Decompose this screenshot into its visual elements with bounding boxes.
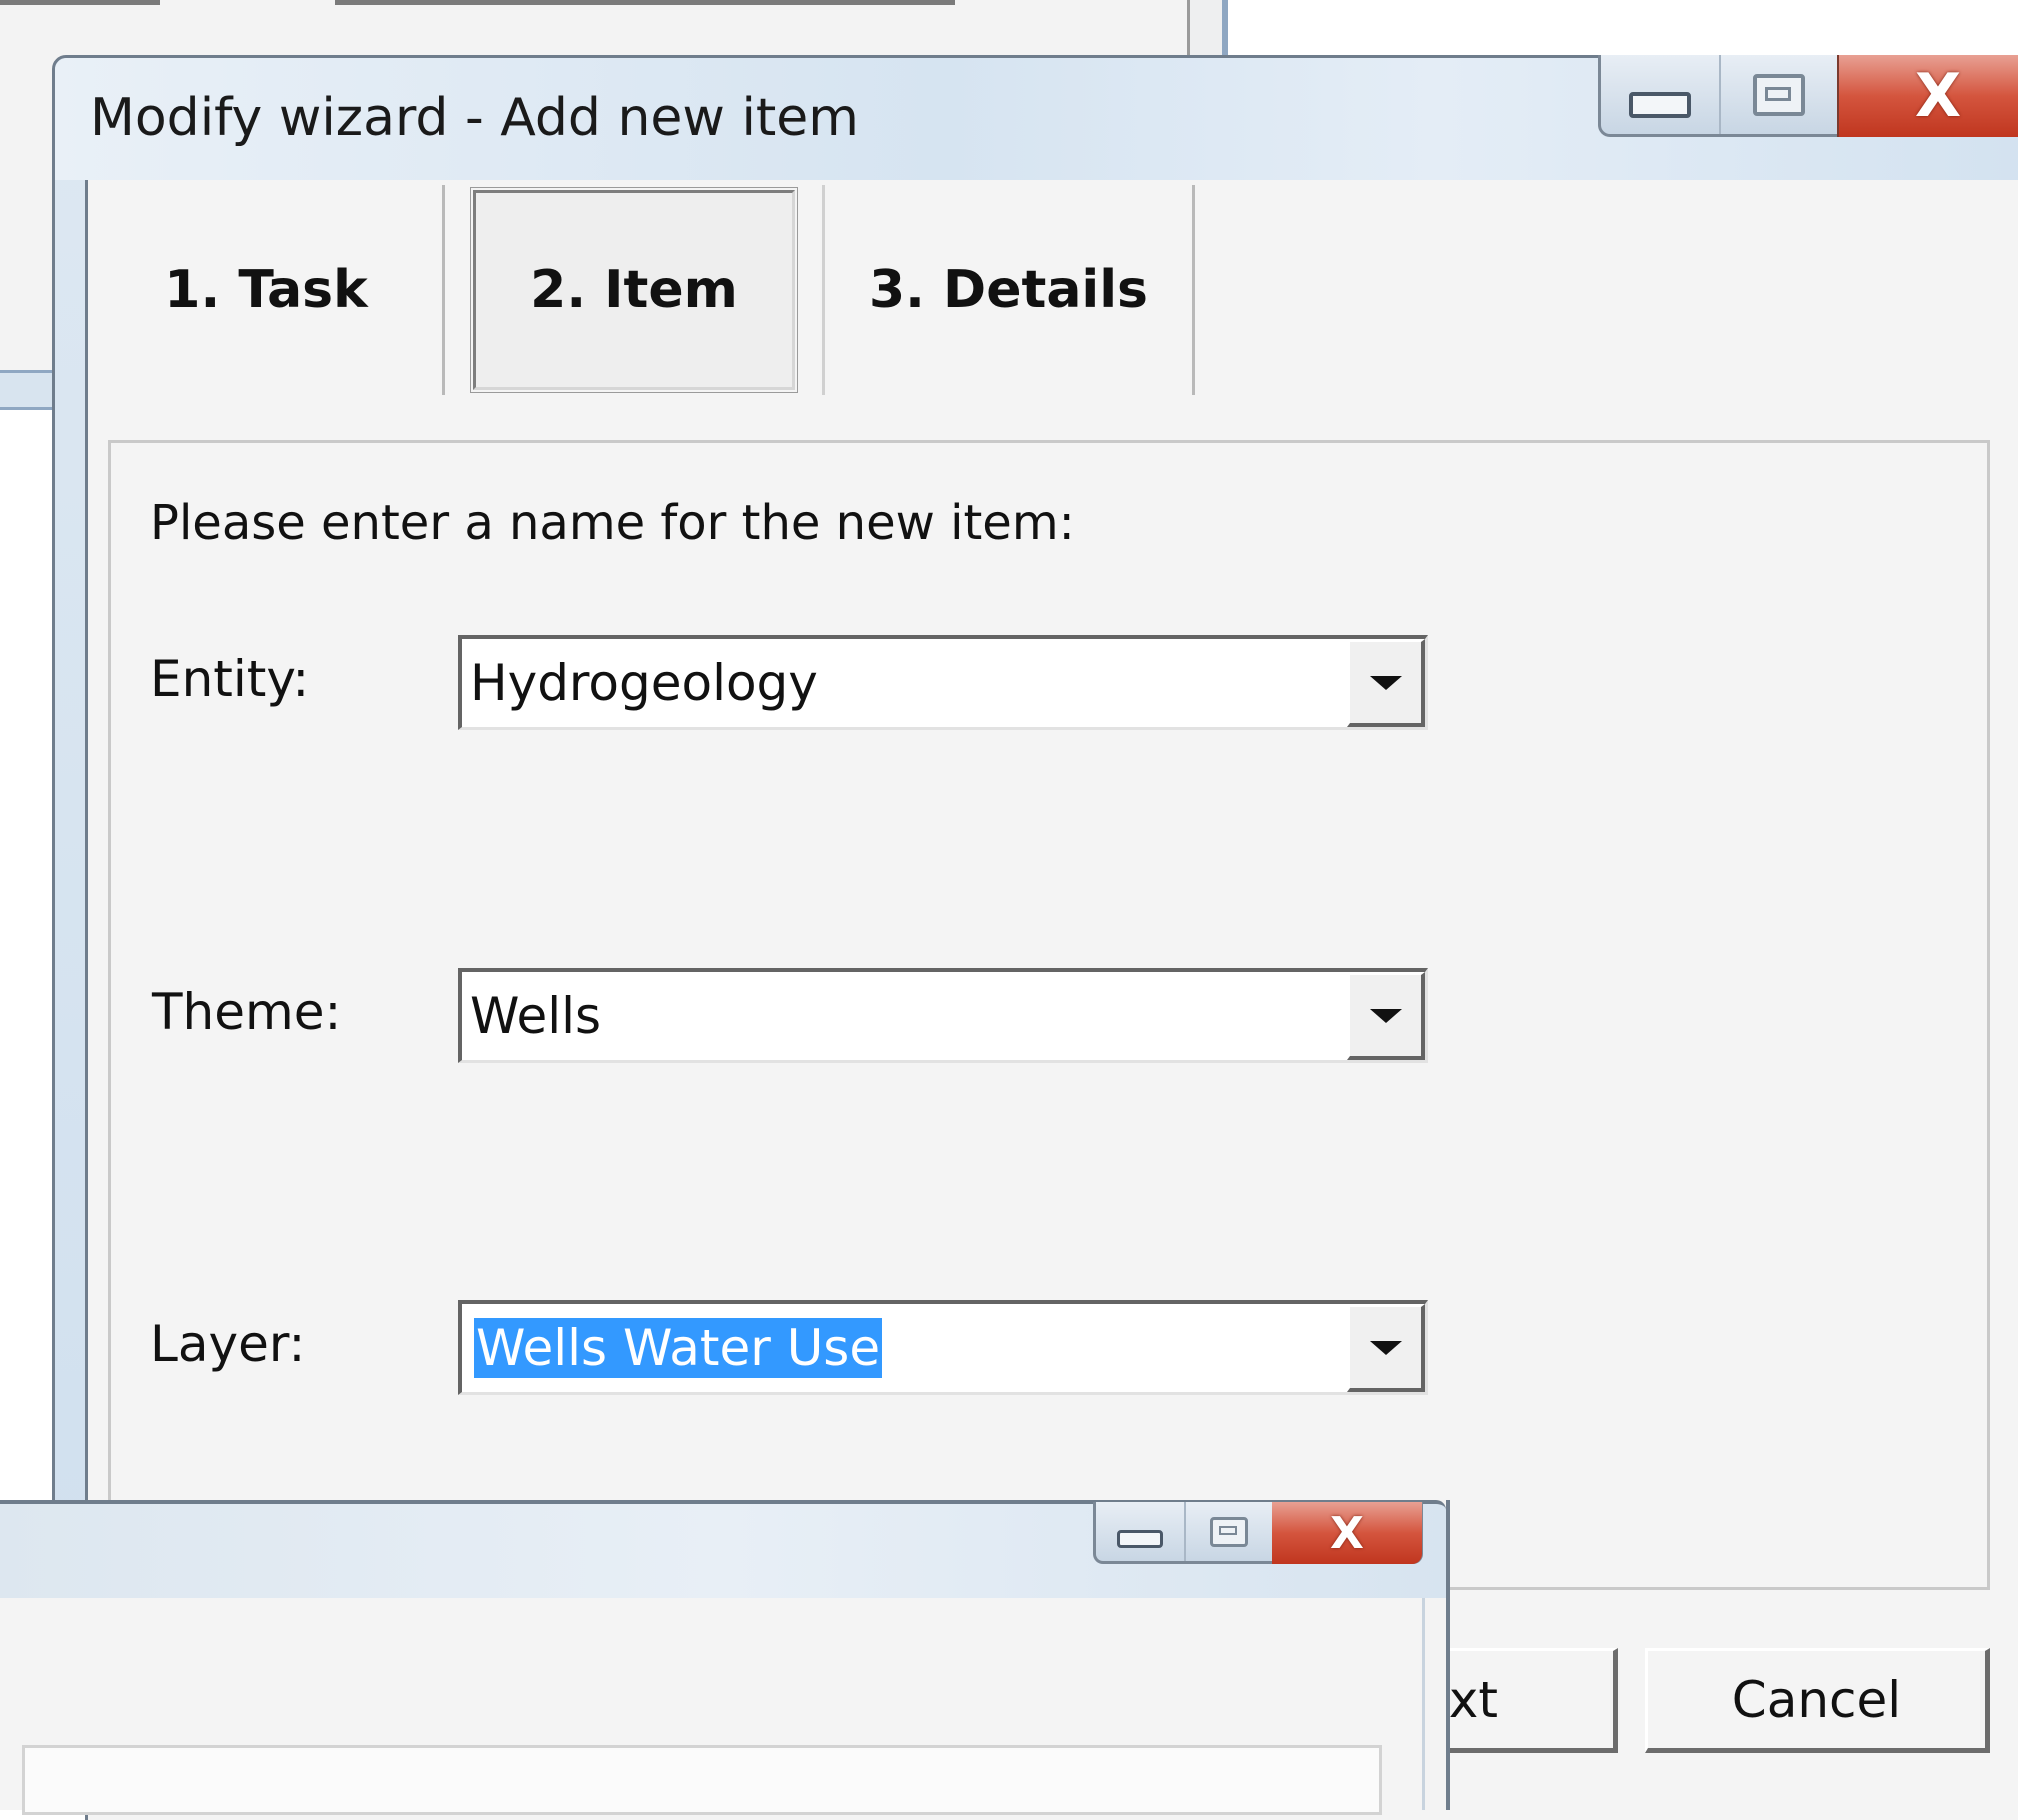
chevron-down-icon <box>1369 675 1402 690</box>
chevron-down-icon <box>1369 1340 1402 1355</box>
tab-task[interactable]: 1. Task <box>90 185 445 395</box>
background-window-edge <box>335 0 955 5</box>
theme-label: Theme: <box>152 983 342 1041</box>
layer-dropdown-button[interactable] <box>1347 1304 1425 1392</box>
maximize-button[interactable] <box>1719 55 1837 134</box>
layer-combobox[interactable]: Wells Water Use <box>458 1300 1428 1395</box>
tab-item[interactable]: 2. Item <box>473 190 795 390</box>
overlapping-close-button[interactable]: X <box>1272 1502 1422 1564</box>
maximize-icon <box>1210 1516 1248 1547</box>
close-icon: X <box>1914 61 1962 131</box>
entity-dropdown-button[interactable] <box>1347 639 1425 727</box>
background-window-strip <box>0 370 55 410</box>
entity-label: Entity: <box>150 650 310 708</box>
instruction-text: Please enter a name for the new item: <box>150 495 1075 551</box>
background-window-edge <box>0 0 160 5</box>
minimize-icon <box>1117 1529 1163 1548</box>
maximize-icon <box>1753 73 1805 116</box>
cancel-button[interactable]: Cancel <box>1645 1648 1990 1753</box>
layer-label: Layer: <box>150 1315 306 1373</box>
background-window-lower <box>0 410 55 1510</box>
chevron-down-icon <box>1369 1008 1402 1023</box>
close-icon: X <box>1330 1507 1364 1559</box>
overlapping-minimize-button[interactable] <box>1096 1502 1184 1561</box>
theme-combobox[interactable]: Wells <box>458 968 1428 1063</box>
minimize-icon <box>1629 91 1691 118</box>
minimize-button[interactable] <box>1601 55 1719 134</box>
overlapping-maximize-button[interactable] <box>1184 1502 1272 1561</box>
entity-value: Hydrogeology <box>470 654 818 712</box>
theme-value: Wells <box>470 987 602 1045</box>
entity-combobox[interactable]: Hydrogeology <box>458 635 1428 730</box>
dialog-title: Modify wizard - Add new item <box>90 88 859 148</box>
layer-value-selected[interactable]: Wells Water Use <box>474 1318 883 1378</box>
theme-dropdown-button[interactable] <box>1347 972 1425 1060</box>
close-button[interactable]: X <box>1837 55 2018 137</box>
tab-details[interactable]: 3. Details <box>822 185 1195 395</box>
